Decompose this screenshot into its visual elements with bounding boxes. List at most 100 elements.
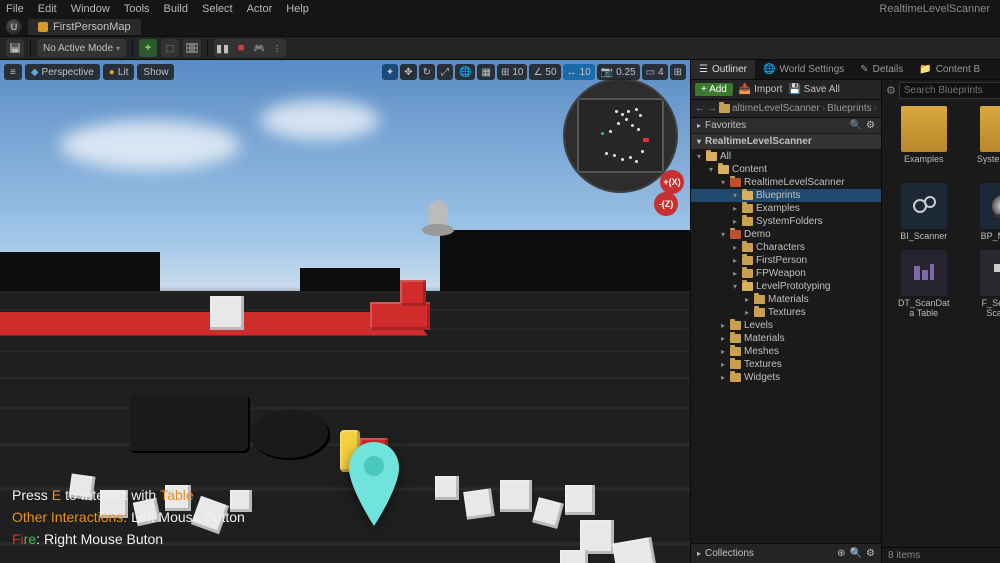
source-tree[interactable]: ▾All▾Content▾RealtimeLevelScanner▾Bluepr…	[691, 150, 881, 543]
tree-node-textures[interactable]: ▸Textures	[691, 306, 881, 319]
flying-actor	[420, 200, 456, 244]
tree-node-textures[interactable]: ▸Textures	[691, 358, 881, 371]
favorites-section[interactable]: ▸Favorites 🔍 ⚙	[691, 118, 881, 134]
select-mode-button[interactable]: ✦	[382, 64, 398, 80]
tree-node-fpweapon[interactable]: ▸FPWeapon	[691, 267, 881, 280]
tree-node-blueprints[interactable]: ▾Blueprints	[691, 189, 881, 202]
menu-build[interactable]: Build	[164, 3, 188, 15]
folder-icon	[742, 269, 753, 278]
folder-icon	[730, 360, 741, 369]
marketplace-button[interactable]: ⬚	[161, 39, 179, 57]
stop-button[interactable]: ■	[232, 39, 250, 57]
menu-file[interactable]: File	[6, 3, 24, 15]
folder-icon	[742, 217, 753, 226]
menu-actor[interactable]: Actor	[247, 3, 273, 15]
add-button[interactable]: + Add	[695, 83, 733, 96]
viewport-menu-button[interactable]: ≡	[4, 64, 22, 80]
project-section[interactable]: ▾RealtimeLevelScanner	[691, 134, 881, 150]
viewport-perspective-button[interactable]: ◆Perspective	[25, 64, 100, 80]
folder-icon	[742, 204, 753, 213]
asset-bp-marker[interactable]: BP_Marker	[967, 183, 1000, 242]
tree-node-levels[interactable]: ▸Levels	[691, 319, 881, 332]
viewport-lit-button[interactable]: ●Lit	[103, 64, 135, 80]
asset-examples[interactable]: Examples	[888, 106, 959, 175]
coord-space-button[interactable]: 🌐	[455, 64, 475, 80]
axis-x-icon[interactable]: +(X)	[660, 170, 684, 194]
hud-other-line: Other Interactions: Left Mouse Button	[12, 509, 245, 525]
tree-node-meshes[interactable]: ▸Meshes	[691, 345, 881, 358]
asset-label: SystemFolders	[976, 155, 1000, 175]
viewport-show-button[interactable]: Show	[137, 64, 174, 80]
save-all-button[interactable]: 💾 Save All	[788, 84, 839, 95]
viewport-maximize-button[interactable]: ⊞	[670, 64, 686, 80]
add-collection-icon[interactable]: ⊕	[837, 548, 845, 559]
asset-label: BI_Scanner	[900, 232, 947, 242]
play-options[interactable]: ⋮	[268, 39, 286, 57]
tree-node-widgets[interactable]: ▸Widgets	[691, 371, 881, 384]
tab-details[interactable]: ✎Details	[852, 60, 911, 79]
viewport-layout-button[interactable]: ▭ 4	[642, 64, 668, 80]
camera-speed-button[interactable]: 📷 0.25	[597, 64, 640, 80]
search-icon[interactable]: 🔍	[850, 548, 862, 559]
tree-node-demo[interactable]: ▾Demo	[691, 228, 881, 241]
folder-icon	[718, 165, 729, 174]
tree-node-all[interactable]: ▾All	[691, 150, 881, 163]
map-marker-icon	[345, 440, 403, 530]
viewport[interactable]: ≡ ◆Perspective ●Lit Show ✦ ✥ ↻ ⤢ 🌐 ▦ ⊞ 1…	[0, 60, 690, 563]
tree-node-levelprototyping[interactable]: ▾LevelPrototyping	[691, 280, 881, 293]
scale-snap-button[interactable]: ↔ 10	[563, 64, 595, 80]
content-search-input[interactable]	[899, 82, 1000, 99]
scale-mode-button[interactable]: ⤢	[437, 64, 453, 80]
tab-content-browser[interactable]: 📁Content B	[911, 60, 988, 79]
translate-mode-button[interactable]: ✥	[400, 64, 416, 80]
asset-grid[interactable]: Examples SystemFolders BI_Scanner BP_Marker…	[882, 100, 1000, 547]
import-button[interactable]: 📥 Import	[739, 84, 783, 95]
asset-systemfolders[interactable]: SystemFolders	[967, 106, 1000, 175]
ue-logo-icon[interactable]: U	[6, 19, 22, 35]
content-browser-panel: ⚙ Examples SystemFolders BI_Scanner BP_Mark…	[882, 80, 1000, 563]
collections-bar[interactable]: ▸ Collections ⊕ 🔍 ⚙	[691, 543, 881, 563]
tree-label: Demo	[744, 229, 771, 240]
tab-level[interactable]: FirstPersonMap	[28, 19, 141, 35]
tree-node-firstperson[interactable]: ▸FirstPerson	[691, 254, 881, 267]
menu-help[interactable]: Help	[286, 3, 309, 15]
surface-snap-button[interactable]: ▦	[477, 64, 494, 80]
asset-dt-scandata-table[interactable]: DT_ScanData Table	[888, 250, 959, 319]
angle-snap-button[interactable]: ∠ 50	[529, 64, 560, 80]
viewport-toolbar-right: ✦ ✥ ↻ ⤢ 🌐 ▦ ⊞ 10 ∠ 50 ↔ 10 📷 0.25 ▭ 4 ⊞	[382, 64, 686, 80]
menu-tools[interactable]: Tools	[124, 3, 150, 15]
asset-thumb	[980, 106, 1000, 152]
tree-label: Content	[732, 164, 767, 175]
tree-node-systemfolders[interactable]: ▸SystemFolders	[691, 215, 881, 228]
tree-node-characters[interactable]: ▸Characters	[691, 241, 881, 254]
search-icon[interactable]: 🔍	[850, 120, 862, 131]
tab-outliner[interactable]: ☰Outliner	[691, 60, 755, 79]
tree-node-realtimelevelscanner[interactable]: ▾RealtimeLevelScanner	[691, 176, 881, 189]
tree-node-materials[interactable]: ▸Materials	[691, 293, 881, 306]
filter-icon[interactable]: ⚙	[886, 84, 896, 97]
tree-node-content[interactable]: ▾Content	[691, 163, 881, 176]
tree-node-examples[interactable]: ▸Examples	[691, 202, 881, 215]
tab-world-settings[interactable]: 🌐World Settings	[755, 60, 852, 79]
grid-snap-button[interactable]: ⊞ 10	[497, 64, 528, 80]
menu-edit[interactable]: Edit	[38, 3, 57, 15]
add-content-button[interactable]: +	[139, 39, 157, 57]
menu-select[interactable]: Select	[202, 3, 233, 15]
eject-button[interactable]: 🎮	[250, 39, 268, 57]
settings-icon[interactable]: ⚙	[866, 120, 875, 131]
main-area: ≡ ◆Perspective ●Lit Show ✦ ✥ ↻ ⤢ 🌐 ▦ ⊞ 1…	[0, 60, 1000, 563]
axis-z-icon[interactable]: -(Z)	[654, 192, 678, 216]
asset-f-settings-scanner[interactable]: F_Settings Scanner	[967, 250, 1000, 319]
save-button[interactable]	[6, 39, 24, 57]
settings-icon[interactable]: ⚙	[866, 548, 875, 559]
pause-button[interactable]: ▮▮	[214, 39, 232, 57]
asset-bi-scanner[interactable]: BI_Scanner	[888, 183, 959, 242]
asset-label: BP_Marker	[981, 232, 1000, 242]
rotate-mode-button[interactable]: ↻	[419, 64, 435, 80]
tree-node-materials[interactable]: ▸Materials	[691, 332, 881, 345]
editor-mode-dropdown[interactable]: No Active Mode▾	[37, 39, 126, 57]
tab-bar: U FirstPersonMap	[0, 18, 1000, 36]
menu-window[interactable]: Window	[71, 3, 110, 15]
source-crumb[interactable]: ←→ altimeLevelScanner› Blueprints›	[691, 100, 881, 118]
cinematics-button[interactable]	[183, 39, 201, 57]
